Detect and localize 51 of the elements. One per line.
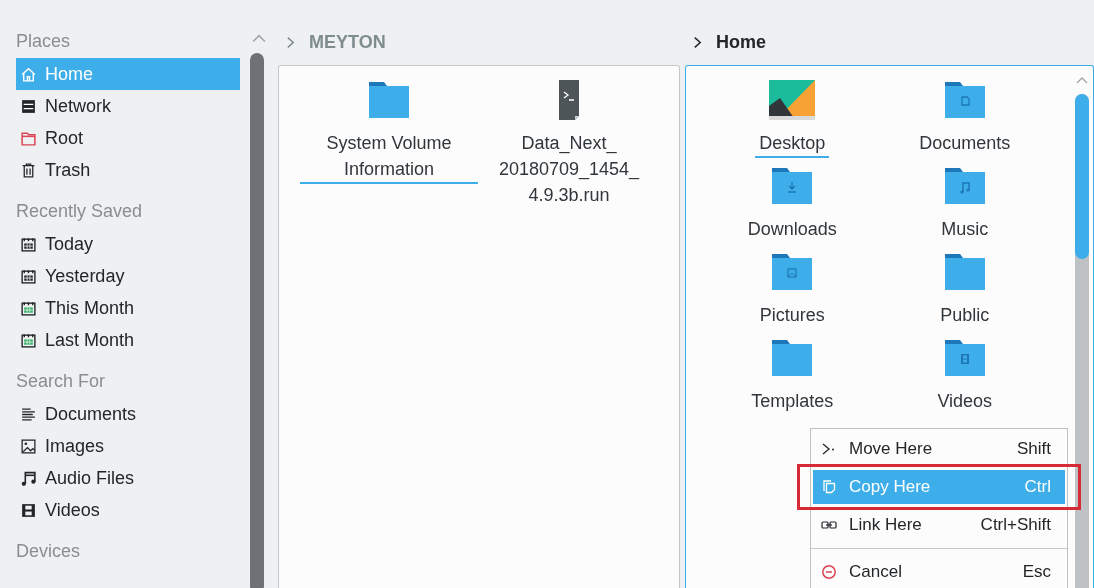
section-heading: Search For xyxy=(16,370,107,393)
calendar-icon xyxy=(20,267,37,285)
copy-icon xyxy=(821,479,837,495)
sidebar-item[interactable]: Yesterday xyxy=(16,260,240,292)
sidebar-item[interactable]: Last Month xyxy=(16,324,240,356)
file-name[interactable]: Documents xyxy=(915,130,1015,158)
scrollbar-track[interactable] xyxy=(1075,94,1089,588)
image-icon xyxy=(20,437,37,455)
file-name[interactable]: Public xyxy=(936,302,994,330)
chevron-right-icon xyxy=(821,441,837,457)
sidebar-item[interactable]: Network xyxy=(16,90,240,122)
cancel-icon xyxy=(821,564,837,580)
file-name[interactable]: Downloads xyxy=(743,216,841,244)
calendar-icon xyxy=(20,331,37,349)
scroll-up-icon[interactable] xyxy=(252,33,266,43)
desktop-icon xyxy=(768,78,817,122)
music-note-icon xyxy=(20,469,37,487)
home-icon xyxy=(20,65,37,83)
folder-icon xyxy=(20,129,37,147)
file-name[interactable]: Templates xyxy=(747,388,838,416)
calendar-icon xyxy=(20,235,37,253)
scroll-up-icon[interactable] xyxy=(1076,76,1088,84)
chevron-right-icon xyxy=(286,36,295,49)
file-name[interactable]: Videos xyxy=(933,388,997,416)
file-name[interactable]: Desktop xyxy=(755,130,830,158)
chevron-right-icon xyxy=(693,36,702,49)
breadcrumb-item[interactable]: Home xyxy=(716,32,766,53)
sidebar-item[interactable]: Root xyxy=(16,122,240,154)
server-icon xyxy=(20,97,37,115)
menu-item[interactable]: Move Here Shift xyxy=(813,432,1065,466)
menu-item[interactable]: Link Here Ctrl+Shift xyxy=(813,508,1065,542)
sidebar-item[interactable]: Audio Files xyxy=(16,462,240,494)
section-heading: Devices xyxy=(16,540,82,563)
section-heading: Recently Saved xyxy=(16,200,144,223)
file-name[interactable]: Data_Next_ 20180709_1454_ 4.9.3b.run xyxy=(480,130,658,210)
calendar-icon xyxy=(20,299,37,317)
file-name[interactable]: Music xyxy=(937,216,993,244)
file-name[interactable]: Pictures xyxy=(755,302,829,330)
scrollbar-thumb[interactable] xyxy=(1075,94,1089,259)
sidebar-item[interactable]: Trash xyxy=(16,154,240,186)
film-icon xyxy=(20,501,37,519)
sidebar-item[interactable]: Videos xyxy=(16,494,240,526)
sidebar-item[interactable]: This Month xyxy=(16,292,240,324)
section-heading: Places xyxy=(16,30,72,53)
menu-item[interactable]: Cancel Esc xyxy=(813,555,1065,588)
sidebar-item[interactable]: Images xyxy=(16,430,240,462)
sidebar-item[interactable]: Today xyxy=(16,228,240,260)
sidebar-item[interactable]: Documents xyxy=(16,398,240,430)
trash-icon xyxy=(20,161,37,179)
scrollbar-thumb[interactable] xyxy=(250,53,264,588)
file-name[interactable]: System Volume Information xyxy=(300,130,478,184)
